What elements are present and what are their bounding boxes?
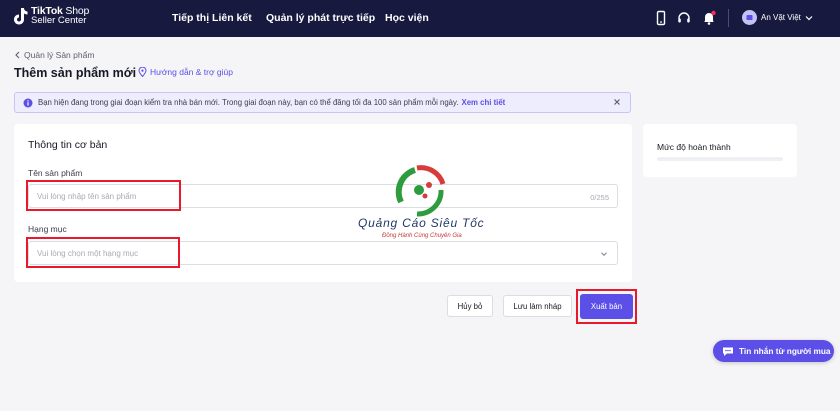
phone-icon[interactable] (653, 10, 669, 26)
completion-title: Mức độ hoàn thành (657, 142, 731, 152)
avatar[interactable] (742, 10, 757, 25)
chevron-left-icon (15, 51, 20, 59)
nav-live-management[interactable]: Quản lý phát trực tiếp (266, 12, 375, 24)
breadcrumb[interactable]: Quản lý Sản phẩm (14, 50, 94, 60)
cancel-button[interactable]: Hủy bỏ (447, 295, 493, 317)
notice-text: Bạn hiện đang trong giai đoạn kiểm tra n… (38, 98, 459, 107)
headset-icon[interactable] (676, 10, 692, 26)
bell-icon[interactable] (701, 10, 717, 26)
chat-bubble-icon (723, 347, 733, 356)
completion-progress-bar (657, 157, 783, 161)
highlight-box-category (26, 237, 180, 268)
watermark-subtitle: Đồng Hành Cùng Chuyên Gia (382, 233, 462, 239)
new-seller-notice: Bạn hiện đang trong giai đoạn kiểm tra n… (14, 92, 631, 113)
breadcrumb-label: Quản lý Sản phẩm (24, 50, 95, 60)
chevron-down-icon (601, 252, 607, 257)
close-icon[interactable] (612, 97, 622, 107)
completion-card: Mức độ hoàn thành (643, 124, 797, 177)
highlight-box-publish (576, 289, 637, 324)
help-link-label: Hướng dẫn & trợ giúp (150, 67, 233, 77)
highlight-box-product-name (26, 180, 181, 211)
location-pin-icon (138, 67, 147, 77)
buyer-messages-button[interactable]: Tin nhắn từ người mua (713, 340, 834, 362)
nav-affiliate-marketing[interactable]: Tiếp thị Liên kết (172, 12, 252, 24)
notification-dot (711, 10, 716, 16)
header-divider (728, 9, 729, 27)
info-icon (23, 98, 33, 107)
buyer-messages-label: Tin nhắn từ người mua (739, 346, 831, 356)
watermark-title: Quảng Cáo Siêu Tốc (358, 216, 485, 230)
logo-subtitle: Seller Center (31, 15, 87, 26)
tiktok-shop-logo[interactable]: TikTok Shop Seller Center (12, 6, 89, 26)
store-icon (746, 15, 753, 20)
user-name[interactable]: An Vặt Việt (761, 13, 801, 22)
tiktok-note-icon (14, 8, 28, 25)
chevron-down-icon[interactable] (804, 13, 814, 23)
basic-info-title: Thông tin cơ bản (28, 139, 108, 151)
category-label: Hạng mục (28, 224, 67, 234)
product-name-label: Tên sản phẩm (28, 168, 83, 178)
help-link[interactable]: Hướng dẫn & trợ giúp (138, 67, 233, 77)
page-title: Thêm sản phẩm mới (14, 66, 137, 80)
notice-details-link[interactable]: Xem chi tiết (462, 98, 506, 107)
top-navigation-bar: TikTok Shop Seller Center Tiếp thị Liên … (0, 0, 840, 37)
save-draft-button[interactable]: Lưu làm nháp (503, 295, 572, 317)
nav-academy[interactable]: Học viện (385, 12, 429, 24)
character-counter: 0/255 (590, 193, 609, 202)
